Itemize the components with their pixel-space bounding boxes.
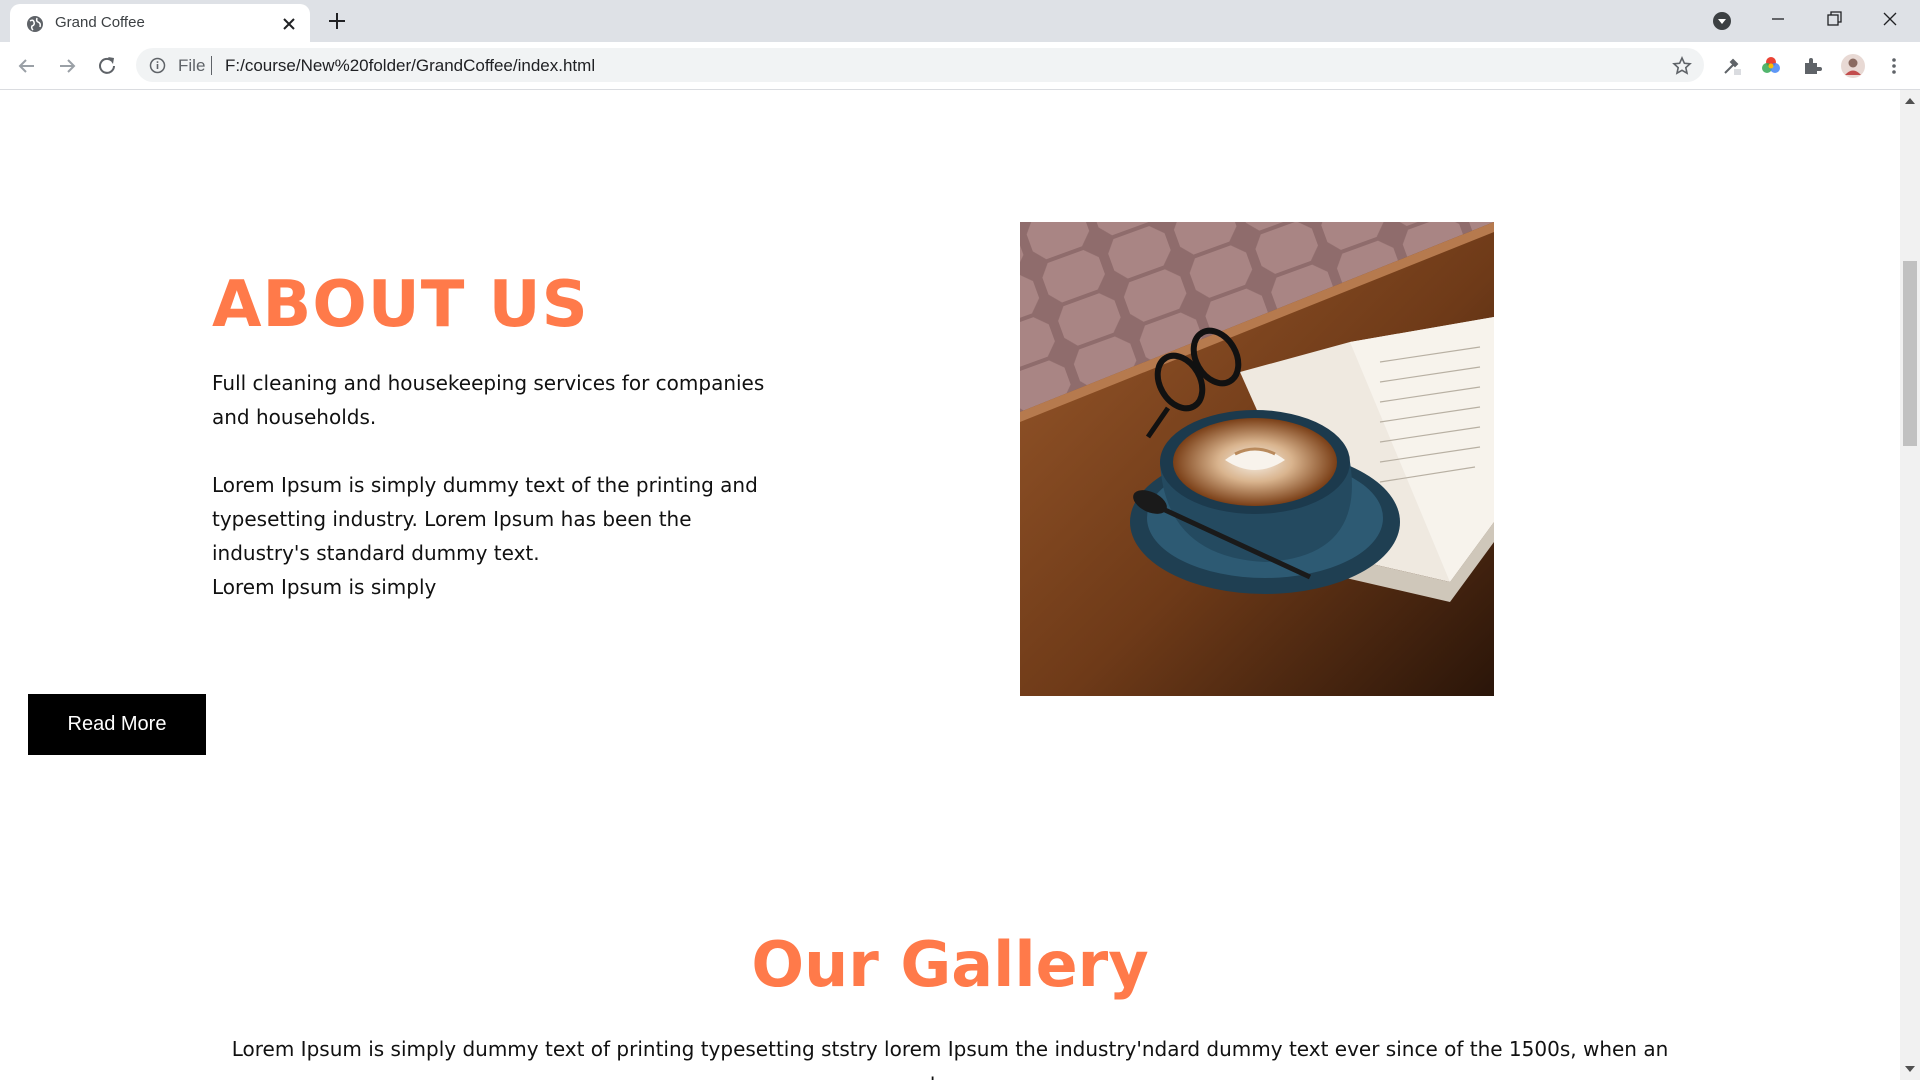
more-icon[interactable]: [1882, 54, 1906, 78]
about-title: ABOUT US: [212, 268, 589, 342]
back-icon[interactable]: [14, 53, 40, 79]
scrollbar-thumb[interactable]: [1903, 261, 1917, 446]
gallery-title: Our Gallery: [751, 928, 1149, 1001]
reload-icon[interactable]: [94, 53, 120, 79]
read-more-button[interactable]: Read More: [28, 694, 206, 755]
url-text[interactable]: F:/course/New%20folder/GrandCoffee/index…: [225, 56, 595, 76]
scheme-label: File: [178, 56, 206, 75]
scroll-up-arrow[interactable]: [1905, 98, 1915, 104]
forward-icon[interactable]: [54, 53, 80, 79]
about-body: Lorem Ipsum is simply dummy text of the …: [212, 468, 782, 604]
profile-icon[interactable]: [1840, 53, 1866, 79]
star-icon[interactable]: [1672, 56, 1692, 76]
info-icon[interactable]: [149, 57, 166, 74]
extensions-icon[interactable]: [1800, 54, 1824, 78]
gallery-text: Lorem Ipsum is simply dummy text of prin…: [231, 1037, 1669, 1080]
about-lead: Full cleaning and housekeeping services …: [212, 371, 765, 429]
address-separator: [211, 56, 212, 75]
scroll-down-arrow[interactable]: [1905, 1066, 1915, 1072]
plus-icon[interactable]: [326, 10, 348, 32]
address-bar[interactable]: File F:/course/New%20folder/GrandCoffee/…: [136, 48, 1704, 82]
color-wheel-extension-icon[interactable]: [1759, 54, 1783, 78]
coffee-photo: [1020, 222, 1494, 696]
eyedropper-extension-icon[interactable]: [1719, 54, 1743, 78]
restore-icon[interactable]: [1806, 0, 1862, 42]
about-paragraph: Lorem Ipsum is simply dummy text of the …: [212, 473, 758, 565]
tab-title: Grand Coffee: [55, 14, 145, 31]
browser-tab[interactable]: Grand Coffee: [10, 4, 310, 42]
tab-strip: Grand Coffee: [0, 0, 1920, 42]
browser-toolbar: File F:/course/New%20folder/GrandCoffee/…: [0, 42, 1920, 90]
minimize-icon[interactable]: [1750, 0, 1806, 42]
page-viewport: ABOUT US Full cleaning and housekeeping …: [0, 90, 1900, 1080]
window-close-icon[interactable]: [1862, 0, 1918, 42]
tab-search-icon[interactable]: [1697, 0, 1753, 42]
coffee-book-image: [1020, 222, 1494, 696]
about-paragraph-tail: Lorem Ipsum is simply: [212, 575, 437, 599]
page-scrollbar[interactable]: [1900, 90, 1920, 1080]
globe-icon: [27, 16, 43, 32]
close-icon[interactable]: [280, 15, 298, 33]
